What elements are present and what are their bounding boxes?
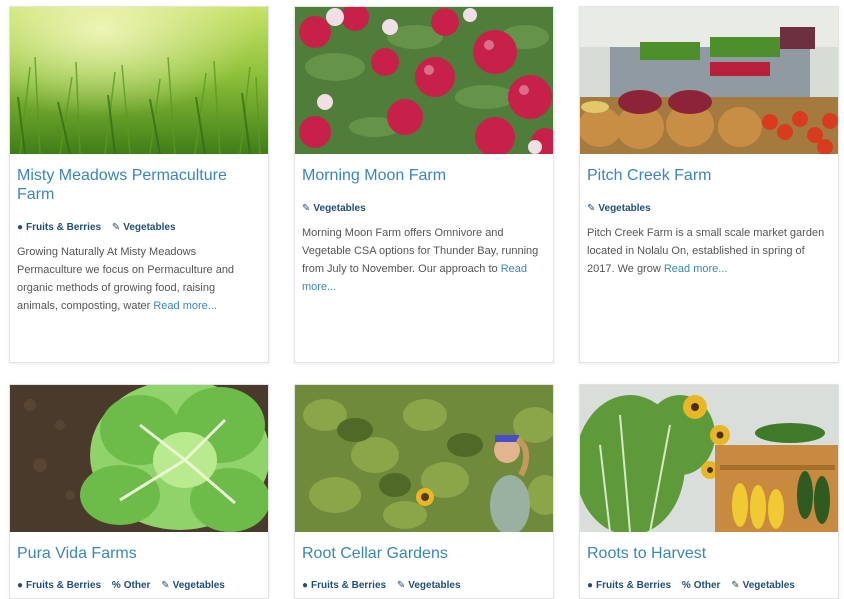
farm-title-link[interactable]: Pura Vida Farms — [17, 544, 261, 563]
tag-fruits-berries[interactable]: ● Fruits & Berries — [587, 580, 671, 591]
farm-title-link[interactable]: Root Cellar Gardens — [302, 544, 546, 563]
tag-vegetables[interactable]: ✎ Vegetables — [112, 222, 176, 233]
tag-vegetables[interactable]: ✎ Vegetables — [731, 580, 795, 591]
farm-title-link[interactable]: Roots to Harvest — [587, 544, 831, 563]
category-tags: ● Fruits & Berries % Other ✎ Vegetables — [17, 580, 261, 591]
carrot-icon: ✎ — [161, 580, 170, 591]
farm-card: Misty Meadows Permaculture Farm ● Fruits … — [9, 6, 269, 363]
category-tags: ● Fruits & Berries ✎ Vegetables — [17, 222, 261, 233]
farm-photo-radishes[interactable] — [295, 7, 553, 154]
farm-title-link[interactable]: Morning Moon Farm — [302, 166, 546, 185]
farm-photo-sunflowers[interactable] — [295, 385, 553, 532]
tag-vegetables[interactable]: ✎ Vegetables — [302, 203, 366, 214]
apple-icon: ● — [17, 222, 24, 233]
category-tags: ✎ Vegetables — [587, 203, 831, 214]
farm-title-link[interactable]: Pitch Creek Farm — [587, 166, 831, 185]
carrot-icon: ✎ — [111, 222, 121, 233]
carrot-icon: ✎ — [587, 203, 596, 214]
farm-photo-harvest-crate[interactable] — [580, 385, 838, 532]
farm-description: Pitch Creek Farm is a small scale market… — [587, 227, 825, 275]
tag-vegetables[interactable]: ✎ Vegetables — [397, 580, 461, 591]
tag-vegetables[interactable]: ✎ Vegetables — [161, 580, 225, 591]
apple-icon: ● — [302, 580, 309, 591]
farm-card: Morning Moon Farm ✎ Vegetables Morning Mo… — [294, 6, 554, 363]
carrot-icon: ✎ — [302, 203, 311, 214]
farm-description: Growing Naturally At Misty Meadows Perma… — [17, 246, 235, 312]
read-more-link[interactable]: Read more... — [664, 263, 728, 275]
tag-fruits-berries[interactable]: ● Fruits & Berries — [17, 222, 101, 233]
apple-icon: ● — [587, 580, 594, 591]
tag-other[interactable]: % Other — [112, 580, 151, 591]
farm-photo-lettuce[interactable] — [10, 385, 268, 532]
farm-photo-grass[interactable] — [10, 7, 268, 154]
tag-other[interactable]: % Other — [682, 580, 721, 591]
other-icon: % — [111, 580, 121, 591]
farm-card: Pitch Creek Farm ✎ Vegetables Pitch Creek… — [579, 6, 839, 363]
tag-vegetables[interactable]: ✎ Vegetables — [587, 203, 651, 214]
category-tags: ● Fruits & Berries % Other ✎ Vegetables — [587, 580, 831, 591]
tag-fruits-berries[interactable]: ● Fruits & Berries — [302, 580, 386, 591]
farm-card: Pura Vida Farms ● Fruits & Berries % Other… — [9, 384, 269, 599]
read-more-link[interactable]: Read more... — [153, 300, 217, 312]
carrot-icon: ✎ — [731, 580, 740, 591]
category-tags: ● Fruits & Berries ✎ Vegetables — [302, 580, 546, 591]
farm-description: Morning Moon Farm offers Omnivore and Ve… — [302, 227, 539, 293]
farm-card: Roots to Harvest ● Fruits & Berries % Othe… — [579, 384, 839, 599]
other-icon: % — [681, 580, 691, 591]
farm-title-link[interactable]: Misty Meadows Permaculture Farm — [17, 166, 261, 204]
farm-card: Root Cellar Gardens ● Fruits & Berries ✎ V… — [294, 384, 554, 599]
category-tags: ✎ Vegetables — [302, 203, 546, 214]
apple-icon: ● — [17, 580, 24, 591]
carrot-icon: ✎ — [396, 580, 406, 591]
farm-photo-market-stand[interactable] — [580, 7, 838, 154]
tag-fruits-berries[interactable]: ● Fruits & Berries — [17, 580, 101, 591]
